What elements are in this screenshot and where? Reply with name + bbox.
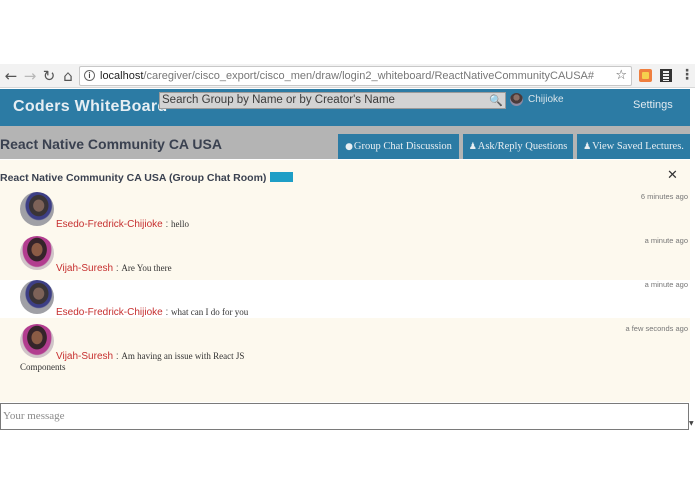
message-text: hello — [171, 219, 190, 229]
tab-label: Ask/Reply Questions — [477, 141, 568, 152]
chat-heading: React Native Community CA USA (Group Cha… — [0, 172, 294, 184]
message-timestamp: a minute ago — [644, 236, 688, 245]
avatar — [20, 324, 54, 358]
message-line: Vijah-Suresh : Are You there — [56, 258, 172, 276]
user-name[interactable]: Chijioke — [528, 94, 564, 105]
message-input[interactable]: Your message — [0, 403, 689, 430]
separator: : — [162, 307, 172, 318]
url-path: /caregiver/cisco_export/cisco_men/draw/l… — [143, 70, 595, 82]
back-arrow-icon[interactable]: ← — [2, 66, 20, 86]
forward-arrow-icon[interactable]: → — [21, 66, 39, 86]
tab-group-chat[interactable]: ●Group Chat Discussion — [338, 134, 459, 159]
message-line: Esedo-Fredrick-Chijioke : what can I do … — [56, 302, 248, 320]
tab-label: View Saved Lectures. — [592, 141, 684, 152]
search-input[interactable]: Search Group by Name or by Creator's Nam… — [159, 92, 506, 109]
message-timestamp: 6 minutes ago — [640, 192, 688, 201]
chat-heading-text: React Native Community CA USA (Group Cha… — [0, 172, 267, 184]
extension-icon[interactable] — [639, 69, 652, 82]
search-placeholder: Search Group by Name or by Creator's Nam… — [162, 94, 395, 106]
user-icon: ♟ — [468, 142, 477, 152]
close-icon[interactable]: ✕ — [667, 168, 678, 183]
message-text: what can I do for you — [171, 307, 249, 317]
sender-name[interactable]: Vijah-Suresh — [56, 351, 113, 362]
avatar — [20, 192, 54, 226]
sender-name[interactable]: Esedo-Fredrick-Chijioke — [56, 307, 163, 318]
bookmark-star-icon[interactable]: ☆ — [615, 67, 627, 85]
app-title[interactable]: Coders WhiteBoard — [13, 98, 167, 116]
list-item: a minute ago Esedo-Fredrick-Chijioke : w… — [0, 280, 690, 318]
list-item: a few seconds ago Vijah-Suresh : Am havi… — [0, 324, 690, 380]
group-subheader: React Native Community CA USA ●Group Cha… — [0, 126, 690, 159]
sender-name[interactable]: Esedo-Fredrick-Chijioke — [56, 219, 163, 230]
message-text-continued: Components — [20, 362, 66, 372]
group-title: React Native Community CA USA — [0, 136, 222, 152]
message-text: Are You there — [121, 263, 172, 273]
avatar[interactable] — [510, 93, 523, 106]
address-bar[interactable]: i localhost/caregiver/cisco_export/cisco… — [79, 66, 632, 86]
scroll-down-icon[interactable]: ▼ — [689, 420, 694, 427]
message-line: Esedo-Fredrick-Chijioke : hello — [56, 214, 189, 232]
message-placeholder: Your message — [3, 410, 65, 422]
separator: : — [162, 219, 172, 230]
tab-saved-lectures[interactable]: ♟View Saved Lectures. — [577, 134, 690, 159]
app-header: Coders WhiteBoard Search Group by Name o… — [0, 89, 690, 126]
message-line: Vijah-Suresh : Am having an issue with R… — [56, 346, 244, 364]
avatar — [20, 280, 54, 314]
url-host: localhost — [100, 70, 144, 82]
search-icon[interactable]: 🔍 — [489, 93, 503, 108]
list-item: a minute ago Vijah-Suresh : Are You ther… — [0, 236, 690, 280]
avatar — [20, 236, 54, 270]
home-icon[interactable]: ⌂ — [59, 66, 77, 86]
globe-icon: ● — [345, 142, 353, 152]
tab-label: Group Chat Discussion — [353, 141, 452, 152]
message-text: Am having an issue with React JS — [121, 351, 245, 361]
settings-link[interactable]: Settings — [633, 99, 673, 111]
browser-toolbar: ← → ↻ ⌂ i localhost/caregiver/cisco_expo… — [0, 64, 695, 88]
message-timestamp: a few seconds ago — [625, 324, 688, 333]
tab-ask-reply[interactable]: ♟Ask/Reply Questions — [463, 134, 573, 159]
info-icon[interactable]: i — [84, 70, 95, 81]
status-badge — [270, 172, 294, 182]
chat-panel: React Native Community CA USA (Group Cha… — [0, 160, 690, 402]
film-extension-icon[interactable] — [660, 69, 672, 82]
browser-menu-icon[interactable]: ⋮ — [680, 67, 694, 83]
message-timestamp: a minute ago — [644, 280, 688, 289]
sender-name[interactable]: Vijah-Suresh — [56, 263, 113, 274]
list-item: 6 minutes ago Esedo-Fredrick-Chijioke : … — [0, 192, 690, 234]
reload-icon[interactable]: ↻ — [40, 66, 58, 86]
user-icon: ♟ — [583, 142, 592, 152]
